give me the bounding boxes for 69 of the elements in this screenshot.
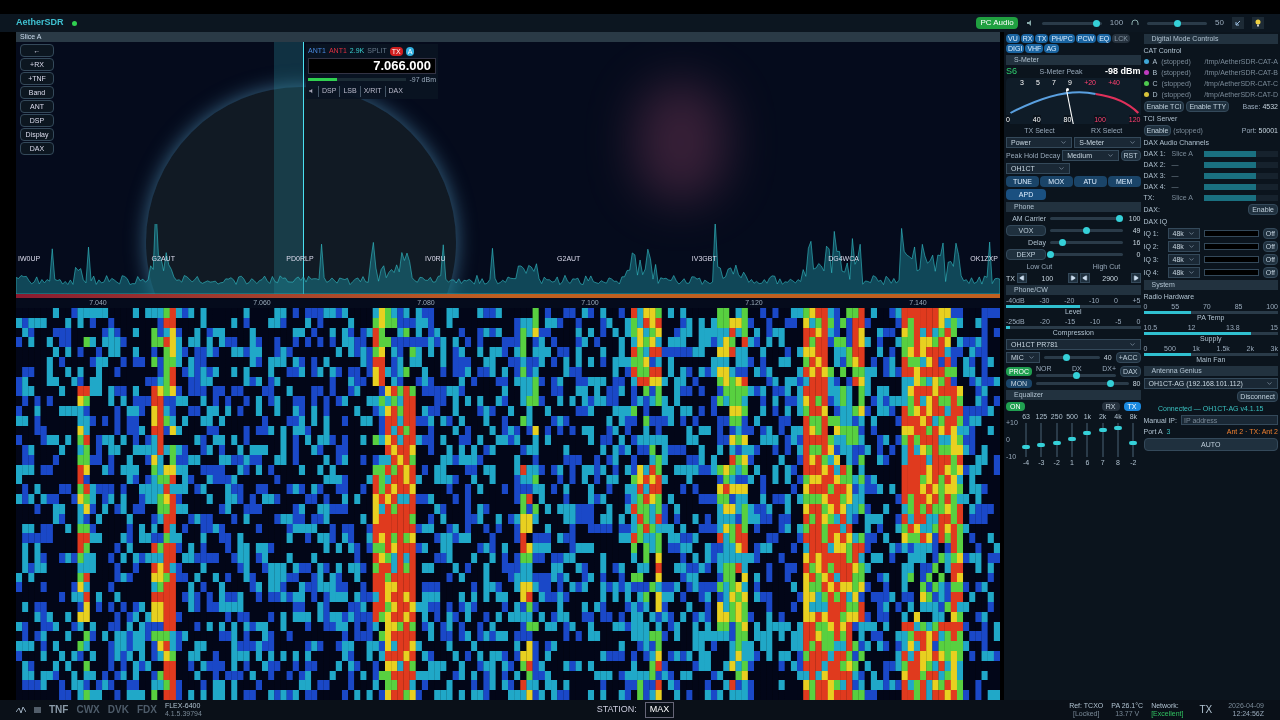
eq-slider[interactable] xyxy=(1132,423,1135,457)
right-triangle-icon xyxy=(1132,275,1139,281)
app-title: AetherSDR xyxy=(16,16,64,30)
slider-thumb[interactable] xyxy=(1073,372,1081,379)
chevron-down-icon xyxy=(1128,341,1136,348)
chevron-down-icon xyxy=(1060,139,1068,146)
increase-button[interactable] xyxy=(1067,273,1078,283)
iq-meter xyxy=(1203,243,1259,250)
slider[interactable] xyxy=(1050,241,1123,244)
left-triangle-icon xyxy=(1081,275,1088,281)
slider[interactable] xyxy=(1147,21,1208,25)
eq-slider[interactable] xyxy=(1025,423,1028,457)
minimize-button[interactable] xyxy=(1232,17,1244,29)
increase-button[interactable] xyxy=(1130,273,1141,283)
speaker-icon[interactable] xyxy=(1025,19,1034,27)
slider[interactable] xyxy=(1036,382,1129,385)
decrease-button[interactable] xyxy=(1079,273,1090,283)
slider-thumb[interactable] xyxy=(1092,19,1100,27)
slider-thumb[interactable] xyxy=(1047,251,1054,258)
headphone-reading: 50 xyxy=(1215,17,1224,29)
iq-meter xyxy=(1203,230,1259,237)
speaker-icon[interactable] xyxy=(308,88,315,95)
left-triangle-icon xyxy=(1018,275,1025,281)
eq-slider[interactable] xyxy=(1055,423,1058,457)
bulb-button[interactable] xyxy=(1252,17,1264,29)
chevron-down-icon xyxy=(1027,354,1035,361)
waveform-icon[interactable] xyxy=(16,706,26,714)
bulb-icon xyxy=(1255,19,1261,27)
tx-indicator[interactable]: TX xyxy=(1191,705,1221,715)
chevron-down-icon xyxy=(1128,139,1136,146)
slider-thumb[interactable] xyxy=(1174,19,1182,27)
eq-slider[interactable] xyxy=(1086,423,1089,457)
eq-thumb[interactable] xyxy=(1052,441,1061,446)
eq-thumb[interactable] xyxy=(1037,443,1046,448)
feature-toggle[interactable]: TNF xyxy=(49,705,69,715)
slider[interactable] xyxy=(1036,374,1117,377)
slider-thumb[interactable] xyxy=(1058,239,1066,246)
eq-thumb[interactable] xyxy=(1129,441,1138,446)
slider-thumb[interactable] xyxy=(1107,380,1115,387)
chevron-down-icon xyxy=(1058,165,1065,172)
arrow-icon xyxy=(1235,20,1241,26)
slider[interactable] xyxy=(1050,217,1123,220)
slider-thumb[interactable] xyxy=(1082,227,1090,234)
slider-thumb[interactable] xyxy=(1115,215,1123,222)
peak-reading: -98 dBm xyxy=(1104,67,1141,76)
s-unit-reading: S6 xyxy=(1006,67,1017,76)
slider[interactable] xyxy=(1050,229,1123,232)
right-triangle-icon xyxy=(1069,275,1076,281)
slider[interactable] xyxy=(1041,21,1102,25)
eq-thumb[interactable] xyxy=(1068,437,1076,442)
eq-slider[interactable] xyxy=(1101,423,1104,457)
chevron-down-icon xyxy=(1266,380,1273,387)
chevron-down-icon xyxy=(1106,152,1114,159)
eq-thumb[interactable] xyxy=(1114,426,1122,431)
iq-meter xyxy=(1203,256,1259,263)
decrease-button[interactable] xyxy=(1016,273,1027,283)
eq-thumb[interactable] xyxy=(1022,444,1031,449)
station-label: STATION: xyxy=(596,703,637,717)
slider-thumb[interactable] xyxy=(1063,354,1071,361)
iq-meter xyxy=(1203,269,1259,276)
slider[interactable] xyxy=(1043,356,1100,359)
station-name[interactable]: MAX xyxy=(644,702,675,718)
eq-slider[interactable] xyxy=(1040,423,1043,457)
frequency-display[interactable]: 7.066.000 xyxy=(308,57,436,74)
eq-thumb[interactable] xyxy=(1083,430,1092,435)
eq-thumb[interactable] xyxy=(1098,427,1107,432)
slider[interactable] xyxy=(1050,253,1123,256)
volume-reading: 100 xyxy=(1109,17,1124,29)
headphones-icon[interactable] xyxy=(1131,19,1140,27)
